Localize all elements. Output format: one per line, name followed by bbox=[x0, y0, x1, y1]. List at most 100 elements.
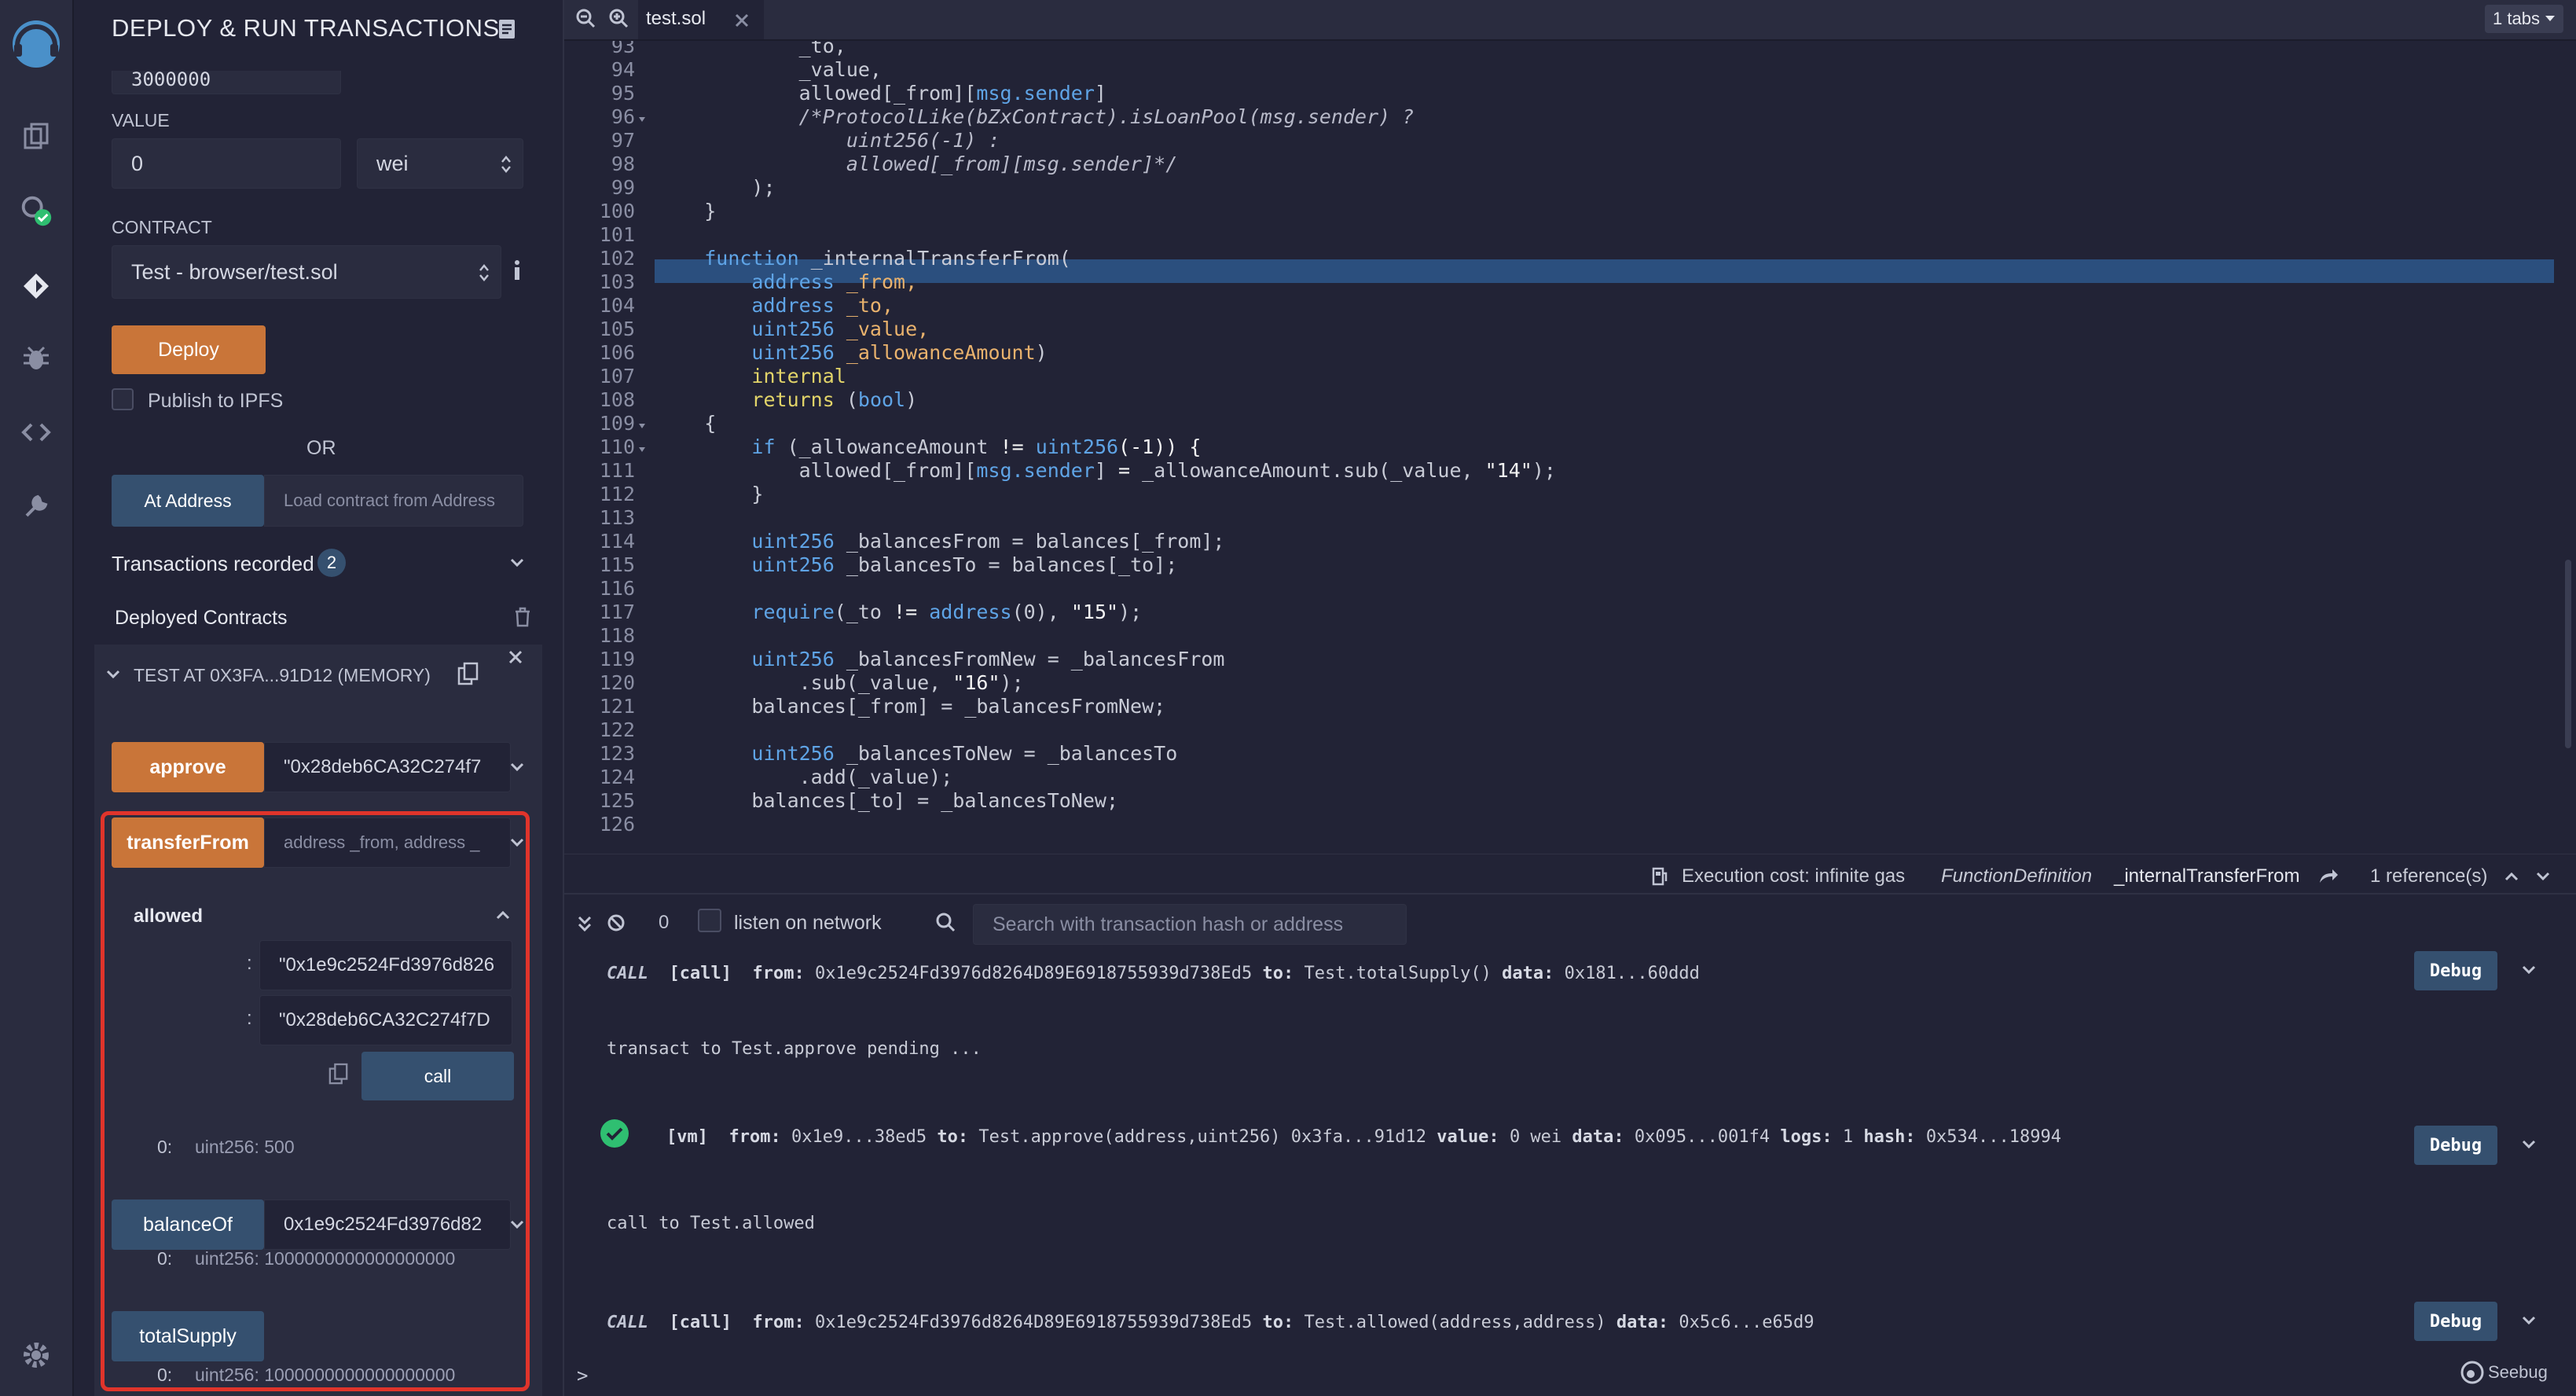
compiler-check-icon[interactable] bbox=[17, 192, 55, 230]
approve-input[interactable]: "0x28deb6CA32C274f7 bbox=[264, 742, 511, 792]
totalSupply-button[interactable]: totalSupply bbox=[112, 1311, 264, 1361]
copy-icon[interactable] bbox=[457, 662, 479, 687]
code-token: function bbox=[704, 247, 799, 270]
transferFrom-input[interactable]: address _from, address _ bbox=[264, 817, 511, 868]
settings-gear-icon[interactable] bbox=[17, 1336, 55, 1374]
code-token: balances[_from] = _balancesFromNew; bbox=[657, 695, 1166, 718]
zoom-in-icon[interactable] bbox=[608, 8, 629, 28]
line-number: 124 bbox=[599, 766, 635, 788]
docs-icon[interactable] bbox=[498, 19, 516, 39]
chevron-down-icon[interactable] bbox=[509, 555, 525, 571]
chevron-down-icon[interactable] bbox=[2521, 962, 2537, 978]
chevron-up-icon[interactable] bbox=[495, 907, 511, 923]
allowed-arg2-input[interactable]: "0x28deb6CA32C274f7D bbox=[259, 995, 512, 1045]
listen-network-checkbox[interactable] bbox=[698, 909, 721, 932]
chevron-down-icon[interactable] bbox=[509, 835, 525, 850]
code-token: msg.sender bbox=[976, 459, 1095, 482]
log-tag: CALL bbox=[607, 1313, 648, 1332]
code-token: _from, bbox=[834, 270, 918, 293]
terminal-prompt[interactable]: > bbox=[577, 1365, 588, 1387]
line-number: 111 bbox=[599, 459, 635, 482]
log-key: to: bbox=[1262, 964, 1294, 983]
balanceOf-button[interactable]: balanceOf bbox=[112, 1199, 264, 1250]
chevron-up-icon[interactable] bbox=[2504, 869, 2519, 884]
contract-select[interactable]: Test - browser/test.sol bbox=[112, 245, 501, 299]
code-editor[interactable]: 93 _to, 94 _value, 95 allowed[_from][msg.s… bbox=[564, 41, 2576, 854]
trash-icon[interactable] bbox=[514, 607, 531, 627]
clear-ban-icon[interactable] bbox=[607, 913, 626, 932]
allowed-call-button[interactable]: call bbox=[361, 1052, 514, 1100]
chevron-down-icon[interactable] bbox=[2521, 1313, 2537, 1328]
debug-button[interactable]: Debug bbox=[2414, 1126, 2497, 1165]
fold-caret-icon[interactable] bbox=[638, 420, 646, 428]
close-icon[interactable] bbox=[734, 13, 750, 28]
file-explorer-icon[interactable] bbox=[17, 118, 55, 156]
chevron-down-icon[interactable] bbox=[2521, 1137, 2537, 1152]
result-index: 0: bbox=[157, 1137, 173, 1157]
transferFrom-button[interactable]: transferFrom bbox=[112, 817, 264, 868]
info-icon[interactable] bbox=[509, 256, 525, 285]
code-line: allowed[_from][msg.sender] bbox=[657, 82, 1106, 105]
chevron-down-icon[interactable] bbox=[2535, 869, 2551, 884]
code-token: ); bbox=[1532, 459, 1556, 482]
log-to: Test.totalSupply() bbox=[1304, 964, 1492, 983]
select-arrows-icon bbox=[479, 264, 489, 281]
double-chevron-down-icon[interactable] bbox=[577, 915, 593, 932]
log-key: to: bbox=[937, 1127, 969, 1147]
code-token: (_allowanceAmount bbox=[775, 435, 1000, 458]
tab-test-sol[interactable]: test.sol bbox=[638, 0, 764, 39]
log-entry[interactable]: [vm] from: 0x1e9...38ed5 to: Test.approv… bbox=[666, 1127, 2061, 1147]
chevron-down-icon[interactable] bbox=[105, 667, 121, 682]
copy-icon[interactable] bbox=[328, 1063, 349, 1086]
fold-caret-icon[interactable] bbox=[638, 443, 646, 452]
code-token: uint256 bbox=[751, 648, 835, 670]
instance-label: TEST AT 0X3FA...91D12 (MEMORY) bbox=[134, 665, 431, 685]
publish-ipfs-checkbox[interactable] bbox=[112, 388, 134, 410]
zoom-out-icon[interactable] bbox=[575, 8, 596, 28]
line-number: 93 bbox=[611, 41, 635, 57]
debugger-icon[interactable] bbox=[17, 340, 55, 377]
deploy-button[interactable]: Deploy bbox=[112, 325, 266, 374]
chevron-down-icon[interactable] bbox=[509, 759, 525, 775]
source-verify-icon[interactable] bbox=[17, 413, 55, 451]
function-def-kind: FunctionDefinition bbox=[1941, 865, 2093, 887]
debug-button[interactable]: Debug bbox=[2414, 1302, 2497, 1341]
code-line: uint256 _balancesTo = balances[_to]; bbox=[657, 553, 1177, 576]
transaction-search-input[interactable]: Search with transaction hash or address bbox=[973, 904, 1407, 945]
value-unit-select[interactable]: wei bbox=[357, 138, 523, 189]
line-number: 106 bbox=[599, 341, 635, 364]
close-icon[interactable] bbox=[508, 649, 523, 665]
code-token: ) bbox=[1035, 341, 1048, 364]
chevron-down-icon[interactable] bbox=[509, 1217, 525, 1233]
editor-scrollbar[interactable] bbox=[2565, 560, 2571, 748]
allowed-arg1-input[interactable]: "0x1e9c2524Fd3976d826 bbox=[259, 940, 512, 990]
value-input[interactable]: 0 bbox=[112, 138, 341, 189]
transactions-recorded-label[interactable]: Transactions recorded bbox=[112, 552, 314, 576]
log-entry: call to Test.allowed bbox=[607, 1214, 815, 1233]
deploy-run-icon[interactable] bbox=[17, 267, 55, 305]
line-number: 95 bbox=[611, 82, 635, 105]
plugin-manager-icon[interactable] bbox=[17, 487, 55, 525]
log-kind: [vm] bbox=[666, 1127, 708, 1147]
code-line: returns (bool) bbox=[657, 388, 917, 411]
log-entry[interactable]: CALL [call] from: 0x1e9c2524Fd3976d8264D… bbox=[607, 964, 1700, 983]
balanceOf-input[interactable]: 0x1e9c2524Fd3976d82 bbox=[264, 1199, 511, 1250]
function-def-name[interactable]: _internalTransferFrom bbox=[2114, 865, 2300, 887]
scroll-mask bbox=[112, 47, 347, 71]
log-from: 0x1e9...38ed5 bbox=[791, 1127, 927, 1147]
fold-caret-icon[interactable] bbox=[638, 113, 646, 122]
goto-definition-icon[interactable] bbox=[2318, 867, 2339, 884]
load-contract-input[interactable]: Load contract from Address bbox=[264, 475, 523, 527]
approve-button[interactable]: approve bbox=[112, 742, 264, 792]
code-line: .sub(_value, "16"); bbox=[657, 671, 1024, 694]
highlight-box bbox=[101, 811, 530, 1391]
code-token: (0), bbox=[1011, 601, 1071, 623]
at-address-button[interactable]: At Address bbox=[112, 475, 264, 527]
log-entry[interactable]: CALL [call] from: 0x1e9c2524Fd3976d8264D… bbox=[607, 1313, 1815, 1332]
tabs-count-dropdown[interactable]: 1 tabs bbox=[2485, 5, 2563, 33]
debug-button[interactable]: Debug bbox=[2414, 951, 2497, 990]
code-token: ] bbox=[1094, 459, 1119, 482]
remix-logo-icon[interactable] bbox=[6, 14, 66, 74]
